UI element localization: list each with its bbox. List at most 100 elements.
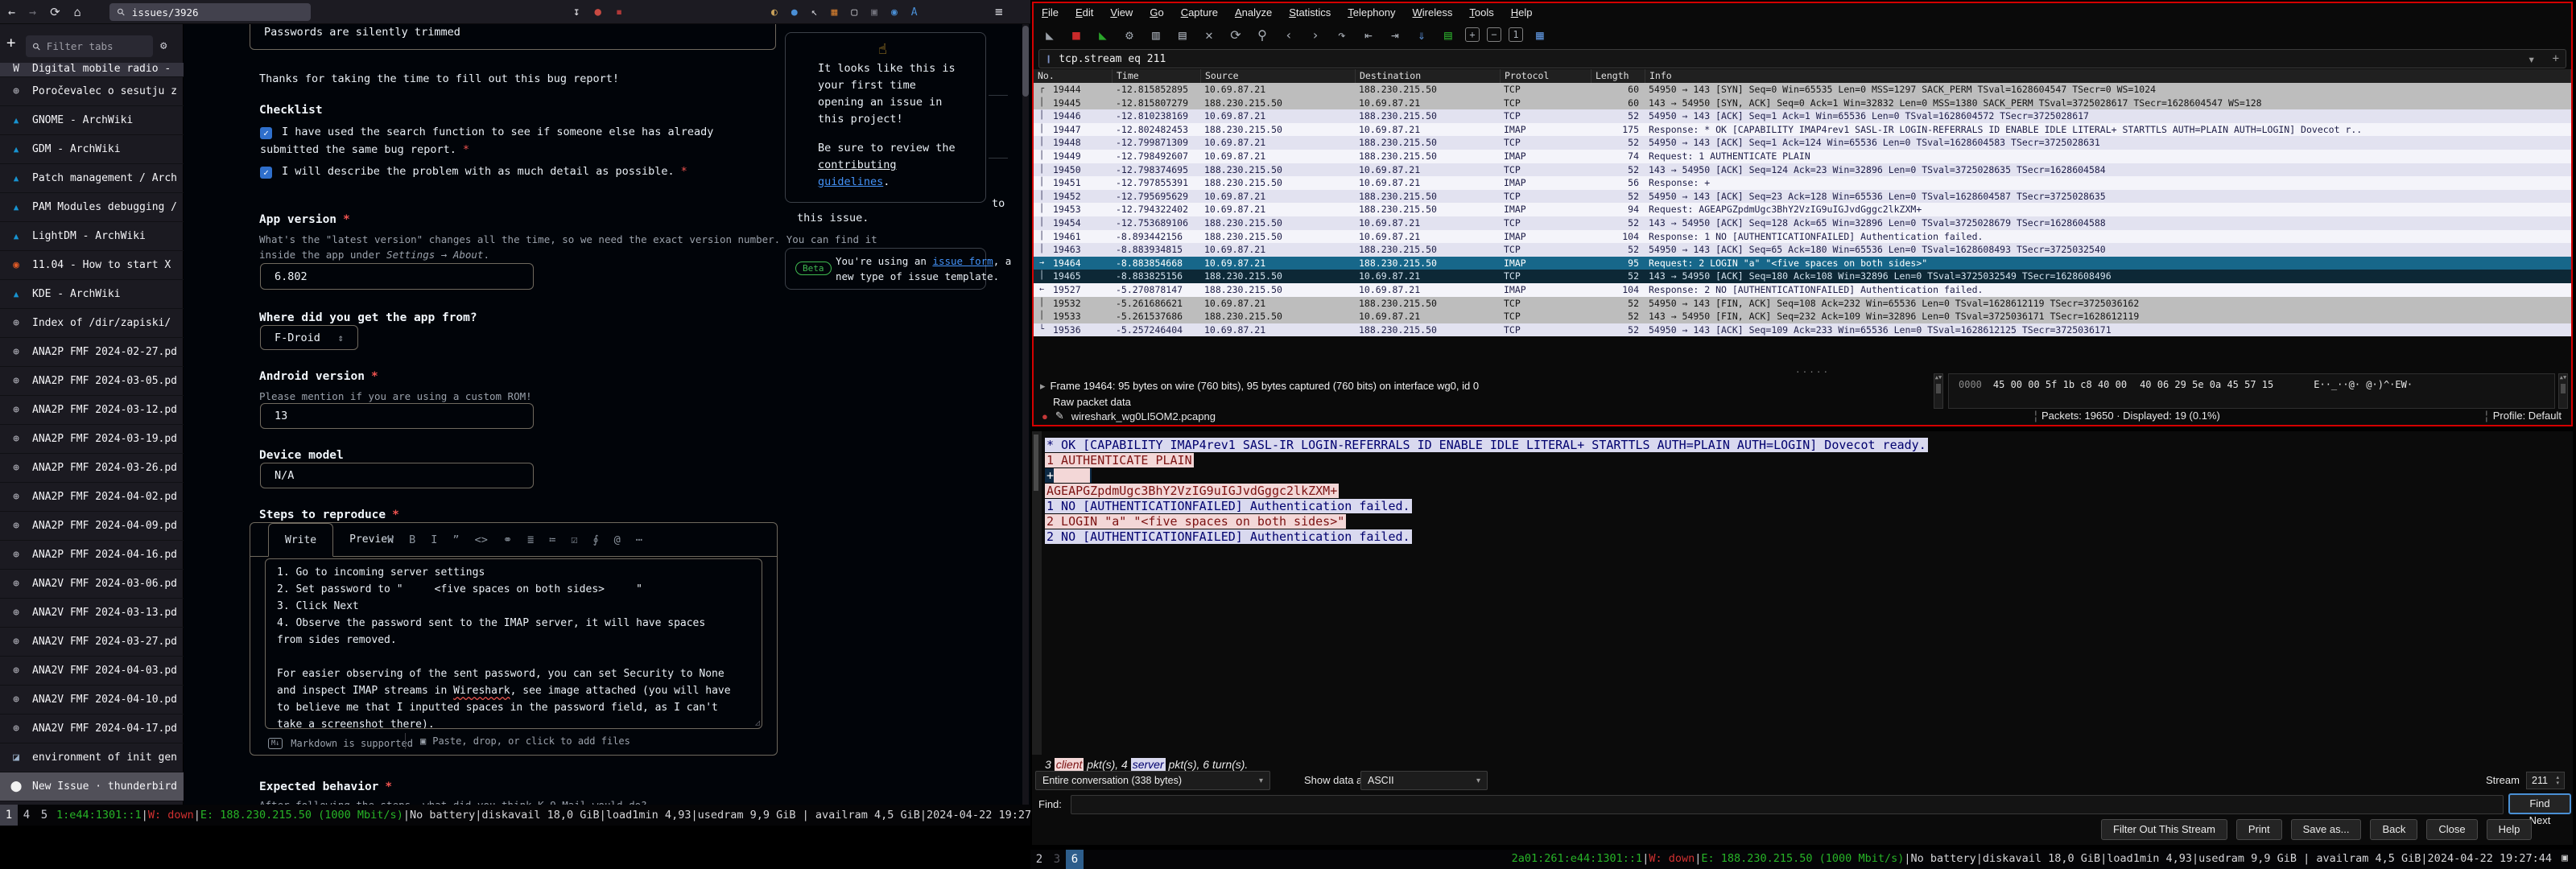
menu-icon[interactable]: ≡ <box>995 4 1003 19</box>
column-header[interactable]: Length <box>1591 69 1645 83</box>
packet-row[interactable]: → 19464-8.88385466810.69.87.21 188.230.2… <box>1034 257 2571 270</box>
tab-item[interactable]: ▲ PAM Modules debugging / <box>0 193 184 222</box>
dialog-button[interactable]: Back <box>2370 819 2417 840</box>
menu-item[interactable]: Statistics <box>1289 6 1331 19</box>
editor-tab[interactable]: Write <box>268 523 333 557</box>
close-file-icon[interactable]: ✕ <box>1199 25 1219 44</box>
bold-icon[interactable]: B <box>409 533 415 546</box>
italic-icon[interactable]: I <box>431 533 437 546</box>
dialog-button[interactable]: Filter Out This Stream <box>2101 819 2227 840</box>
column-header[interactable]: No. <box>1034 69 1113 83</box>
menu-item[interactable]: Edit <box>1075 6 1093 19</box>
filter-dropdown-icon[interactable]: ▾ <box>2528 51 2536 67</box>
menu-item[interactable]: View <box>1110 6 1133 19</box>
packet-row[interactable]: ← 19527-5.270878147188.230.215.50 10.69.… <box>1034 283 2571 297</box>
forward-icon[interactable]: → <box>29 5 36 19</box>
more-icon[interactable]: ⋯ <box>636 533 642 546</box>
packet-row[interactable]: │ 19533-5.261537686188.230.215.50 10.69.… <box>1034 310 2571 323</box>
home-icon[interactable]: ⌂ <box>74 5 81 19</box>
go-forward-icon[interactable]: › <box>1306 25 1325 44</box>
reload-file-icon[interactable]: ⟳ <box>1226 25 1245 44</box>
android-version-input[interactable]: 13 <box>260 403 534 429</box>
extension-privacy-icon[interactable]: ◉ <box>891 6 898 19</box>
tab-item[interactable]: ⬤ New Issue · thunderbird <box>0 772 184 801</box>
tab-item[interactable]: ▲ LightDM - ArchWiki <box>0 222 184 251</box>
tab-item[interactable]: ▲ GDM - ArchWiki <box>0 135 184 164</box>
colorize-icon[interactable]: ▤ <box>1439 25 1458 44</box>
checkbox-search-used[interactable]: ✓ <box>260 127 272 139</box>
tab-item[interactable]: ⊕ ANA2P FMF 2024-04-09.pd <box>0 512 184 541</box>
first-packet-icon[interactable]: ⇤ <box>1359 25 1378 44</box>
spinner-arrows-icon[interactable]: ▴▾ <box>2556 775 2559 786</box>
find-packet-icon[interactable]: ⚲ <box>1253 25 1272 44</box>
workspace-tag[interactable]: 6 <box>1066 850 1084 869</box>
scrollbar-thumb[interactable] <box>1022 26 1029 97</box>
conversation-select[interactable]: Entire conversation (338 bytes)▾ <box>1035 771 1270 790</box>
new-tab-icon[interactable]: + <box>6 34 15 51</box>
packet-bytes-pane[interactable]: 000045 00 00 5f 1b c8 40 0040 06 29 5e 0… <box>1948 373 2555 409</box>
column-header[interactable]: Info <box>1645 69 2571 83</box>
menu-item[interactable]: File <box>1042 6 1059 19</box>
workspace-tag[interactable]: 5 <box>35 805 53 826</box>
column-header[interactable]: Source <box>1201 69 1356 83</box>
resize-grip-icon[interactable]: ◿ <box>755 719 760 727</box>
gear-icon[interactable]: ⚙ <box>160 39 167 52</box>
extension-userscript-icon[interactable]: ◐ <box>771 6 778 19</box>
stream-number-spinner[interactable]: 211▴▾ <box>2526 772 2565 789</box>
auto-scroll-icon[interactable]: ⇓ <box>1412 25 1431 44</box>
tab-item[interactable]: ⊕ ANA2P FMF 2024-03-05.pd <box>0 367 184 396</box>
packet-row[interactable]: │ 19463-8.88393481510.69.87.21 188.230.2… <box>1034 243 2571 257</box>
packet-row[interactable]: │ 19453-12.79432240210.69.87.21 188.230.… <box>1034 203 2571 216</box>
menu-item[interactable]: Wireless <box>1413 6 1453 19</box>
workspace-tag[interactable]: 2 <box>1030 850 1048 869</box>
save-file-icon[interactable]: ▤ <box>1173 25 1192 44</box>
bookmark-icon[interactable]: ❙ <box>1046 53 1051 64</box>
capture-start-icon[interactable]: ◣ <box>1040 25 1059 44</box>
extension-adblock-icon[interactable]: ● <box>594 6 601 19</box>
contributing-link[interactable]: contributing <box>818 159 897 171</box>
filter-tabs-input[interactable]: ⚲ Filter tabs <box>26 35 153 57</box>
workspace-tag[interactable]: 4 <box>18 805 35 826</box>
menu-item[interactable]: Capture <box>1181 6 1218 19</box>
column-header[interactable]: Protocol <box>1501 69 1591 83</box>
attach-icon[interactable]: ∮ <box>593 533 599 546</box>
packet-row[interactable]: │ 19447-12.802482453188.230.215.50 10.69… <box>1034 123 2571 137</box>
zoom-out-icon[interactable]: − <box>1487 27 1501 42</box>
menu-item[interactable]: Help <box>1511 6 1533 19</box>
expert-info-icon[interactable]: ● <box>1042 410 1048 422</box>
dialog-button[interactable]: Save as... <box>2291 819 2362 840</box>
device-model-input[interactable]: N/A <box>260 463 534 488</box>
code-icon[interactable]: <> <box>475 533 488 546</box>
capture-restart-icon[interactable]: ◣ <box>1093 25 1113 44</box>
filter-add-icon[interactable]: + <box>2553 52 2559 65</box>
back-icon[interactable]: ← <box>8 5 15 19</box>
tab-item[interactable]: ⊕ ANA2V FMF 2024-04-03.pd <box>0 657 184 686</box>
details-scrollbar[interactable]: ▲▼ <box>1934 373 1943 409</box>
stream-scrollbar[interactable] <box>1032 431 1042 755</box>
zoom-in-icon[interactable]: + <box>1465 27 1480 42</box>
tab-item[interactable]: ⊕ Poročevalec o sesutju z <box>0 77 184 106</box>
menu-item[interactable]: Telephony <box>1348 6 1395 19</box>
profile-indicator[interactable]: Profile: Default <box>2493 407 2562 425</box>
tab-item[interactable]: ⊕ ANA2P FMF 2024-02-27.pd <box>0 338 184 367</box>
encoding-select[interactable]: ASCII▾ <box>1360 771 1488 790</box>
bytes-scrollbar[interactable]: ▲▼ <box>2558 373 2568 409</box>
capture-options-icon[interactable]: ⚙ <box>1120 25 1139 44</box>
extension-translate-icon[interactable]: A <box>911 6 918 19</box>
menu-item[interactable]: Tools <box>1469 6 1493 19</box>
attach-files-area[interactable]: ▣ Paste, drop, or click to add files <box>405 733 630 749</box>
workspace-tag[interactable]: 3 <box>1048 850 1066 869</box>
find-next-button[interactable]: Find Next <box>2508 793 2571 814</box>
steps-textarea[interactable]: ◿ 1. Go to incoming server settings2. Se… <box>265 558 762 729</box>
capture-stop-icon[interactable]: ■ <box>1067 25 1086 44</box>
tab-item[interactable]: ▲ Patch management / Arch <box>0 164 184 193</box>
find-input[interactable] <box>1071 795 2504 814</box>
detail-frame-row[interactable]: ▸Frame 19464: 95 bytes on wire (760 bits… <box>1040 380 1479 393</box>
tab-item[interactable]: ⊕ ANA2P FMF 2024-04-02.pd <box>0 483 184 512</box>
issue-form-link[interactable]: issue form <box>932 255 993 267</box>
scrollbar-thumb[interactable] <box>1034 434 1038 491</box>
issue-title-input[interactable]: Passwords are silently trimmed <box>250 24 776 50</box>
tab-item[interactable]: ◪ environment of init gen <box>0 743 184 772</box>
tab-item[interactable]: ▲ KDE - ArchWiki <box>0 280 184 309</box>
capture-comment-icon[interactable]: ✎ <box>1055 410 1064 422</box>
